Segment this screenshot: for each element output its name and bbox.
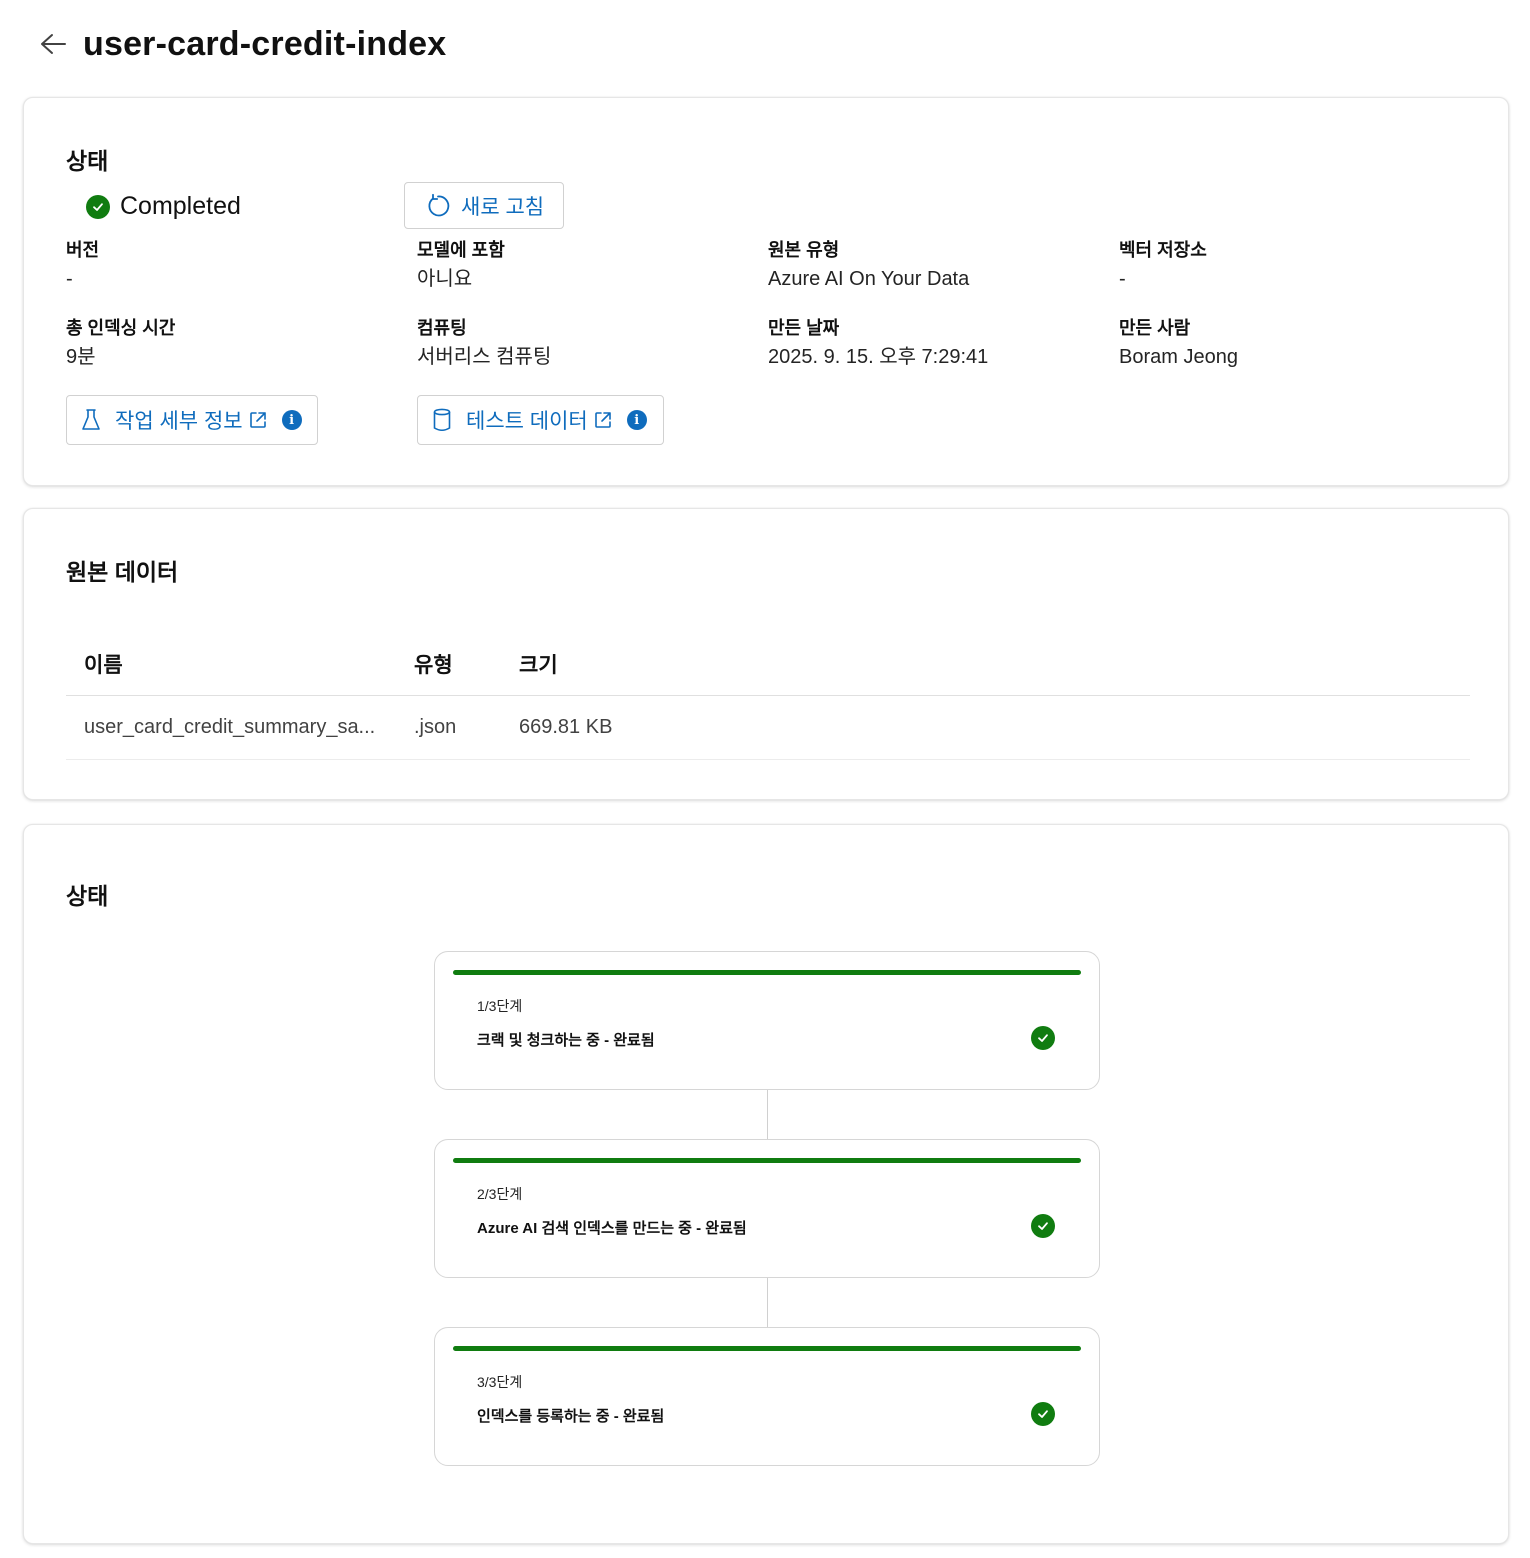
page-title: user-card-credit-index bbox=[83, 24, 447, 63]
field-label: 버전 bbox=[66, 240, 100, 260]
step-progress-bar bbox=[453, 970, 1081, 975]
table-row[interactable]: user_card_credit_summary_sa... .json 669… bbox=[66, 696, 1470, 760]
field-version: 버전 - bbox=[66, 239, 99, 291]
test-data-label: 테스트 데이터 bbox=[466, 410, 588, 433]
status-text: Completed bbox=[120, 192, 241, 220]
step-number: 1/3단계 bbox=[477, 998, 523, 1014]
field-label: 만든 사람 bbox=[1119, 318, 1191, 338]
refresh-icon bbox=[425, 193, 451, 219]
job-details-label: 작업 세부 정보 bbox=[115, 410, 243, 433]
status-indicator: Completed bbox=[86, 192, 241, 221]
success-check-icon bbox=[86, 194, 110, 219]
field-compute: 컴퓨팅 서버리스 컴퓨팅 bbox=[417, 317, 551, 369]
progress-step: 2/3단계 Azure AI 검색 인덱스를 만드는 중 - 완료됨 bbox=[434, 1139, 1100, 1278]
step-description: Azure AI 검색 인덱스를 만드는 중 - 완료됨 bbox=[477, 1220, 747, 1237]
field-label: 원본 유형 bbox=[768, 240, 840, 260]
field-value: 서버리스 컴퓨팅 bbox=[417, 346, 552, 368]
cell-file-size: 669.81 KB bbox=[519, 716, 613, 738]
step-number: 2/3단계 bbox=[477, 1186, 523, 1202]
step-progress-bar bbox=[453, 1158, 1081, 1163]
field-value: - bbox=[1119, 268, 1126, 290]
column-header-name[interactable]: 이름 bbox=[84, 649, 123, 679]
field-label: 총 인덱싱 시간 bbox=[66, 318, 176, 338]
progress-section-title: 상태 bbox=[66, 883, 109, 909]
step-connector bbox=[767, 1090, 768, 1139]
status-card: 상태 Completed 새로 고침 버전 - 모델에 포함 아니요 원본 유형… bbox=[23, 97, 1509, 486]
field-vector-store: 벡터 저장소 - bbox=[1119, 239, 1207, 291]
step-number: 3/3단계 bbox=[477, 1374, 523, 1390]
field-value: 아니요 bbox=[417, 268, 473, 290]
test-data-button[interactable]: 테스트 데이터 i bbox=[417, 395, 664, 445]
source-data-title: 원본 데이터 bbox=[66, 559, 179, 585]
external-link-icon bbox=[593, 410, 613, 430]
field-source-type: 원본 유형 Azure AI On Your Data bbox=[768, 239, 969, 291]
progress-card: 상태 1/3단계 크랙 및 청크하는 중 - 완료됨 2/3단계 Azure A… bbox=[23, 824, 1509, 1544]
step-description: 인덱스를 등록하는 중 - 완료됨 bbox=[477, 1408, 665, 1425]
step-progress-bar bbox=[453, 1346, 1081, 1351]
cell-file-type: .json bbox=[414, 716, 457, 738]
field-value: Azure AI On Your Data bbox=[768, 268, 970, 290]
field-label: 만든 날짜 bbox=[768, 318, 840, 338]
step-connector bbox=[767, 1278, 768, 1327]
page-header: user-card-credit-index bbox=[38, 20, 446, 68]
flask-icon bbox=[81, 408, 101, 432]
table-header: 이름 유형 크기 bbox=[66, 629, 1470, 696]
refresh-button[interactable]: 새로 고침 bbox=[404, 182, 564, 229]
field-value: 9분 bbox=[66, 346, 96, 368]
info-icon[interactable]: i bbox=[281, 410, 302, 430]
field-label: 벡터 저장소 bbox=[1119, 240, 1207, 260]
source-data-card: 원본 데이터 이름 유형 크기 user_card_credit_summary… bbox=[23, 508, 1509, 800]
external-link-icon bbox=[248, 410, 268, 430]
back-arrow-icon[interactable] bbox=[38, 29, 68, 59]
field-total-indexing-time: 총 인덱싱 시간 9분 bbox=[66, 317, 175, 369]
status-section-title: 상태 bbox=[66, 148, 109, 174]
job-details-button[interactable]: 작업 세부 정보 i bbox=[66, 395, 318, 445]
field-created-by: 만든 사람 Boram Jeong bbox=[1119, 317, 1238, 369]
cell-file-name: user_card_credit_summary_sa... bbox=[84, 716, 376, 738]
field-label: 컴퓨팅 bbox=[417, 318, 467, 338]
field-label: 모델에 포함 bbox=[417, 240, 505, 260]
column-header-type[interactable]: 유형 bbox=[414, 649, 453, 679]
check-icon bbox=[1031, 1402, 1055, 1426]
field-created-date: 만든 날짜 2025. 9. 15. 오후 7:29:41 bbox=[768, 317, 988, 369]
database-icon bbox=[432, 408, 452, 432]
column-header-size[interactable]: 크기 bbox=[519, 649, 558, 679]
source-data-table: 이름 유형 크기 user_card_credit_summary_sa... … bbox=[66, 629, 1470, 760]
field-value: Boram Jeong bbox=[1119, 346, 1238, 368]
field-value: - bbox=[66, 268, 73, 290]
refresh-button-label: 새로 고침 bbox=[461, 195, 545, 219]
field-included-in-model: 모델에 포함 아니요 bbox=[417, 239, 505, 291]
field-value: 2025. 9. 15. 오후 7:29:41 bbox=[768, 346, 989, 368]
check-icon bbox=[1031, 1026, 1055, 1050]
step-description: 크랙 및 청크하는 중 - 완료됨 bbox=[477, 1032, 655, 1049]
progress-step: 3/3단계 인덱스를 등록하는 중 - 완료됨 bbox=[434, 1327, 1100, 1466]
info-icon[interactable]: i bbox=[626, 410, 647, 430]
check-icon bbox=[1031, 1214, 1055, 1238]
progress-step: 1/3단계 크랙 및 청크하는 중 - 완료됨 bbox=[434, 951, 1100, 1090]
